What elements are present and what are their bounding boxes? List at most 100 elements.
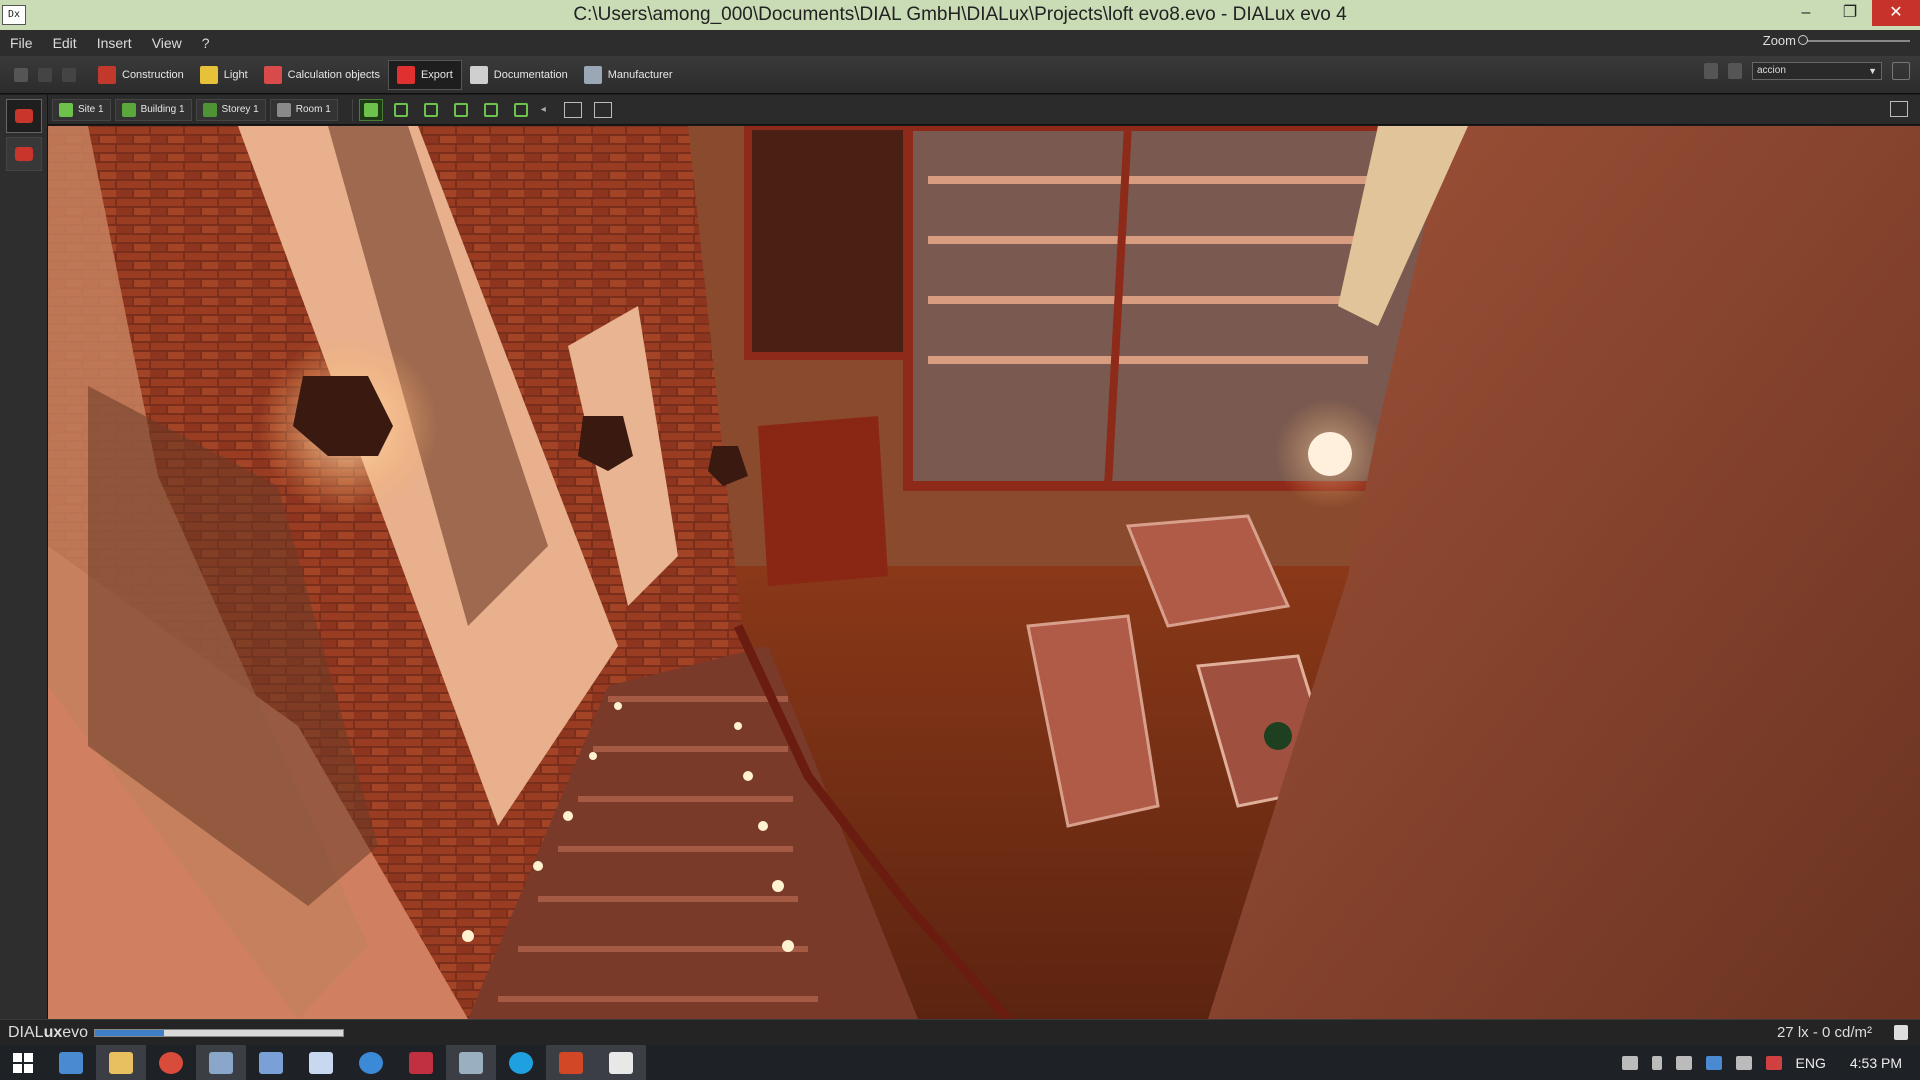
dialux-icon: [609, 1051, 633, 1074]
view-other-icon: [513, 102, 528, 117]
measure-icon[interactable]: [593, 101, 612, 118]
view-back-button[interactable]: [479, 99, 503, 121]
taskbar-app-notepad[interactable]: [296, 1045, 346, 1080]
window-title: C:\Users\among_000\Documents\DIAL GmbH\D…: [573, 4, 1347, 25]
mode-label: Light: [223, 68, 248, 81]
menu-bar: File Edit Insert View ? Zoom: [0, 30, 1920, 56]
documentation-icon: [469, 65, 488, 84]
crumb-room[interactable]: Room 1: [269, 98, 338, 121]
mode-label: Calculation objects: [287, 68, 380, 81]
taskbar-app-word[interactable]: [246, 1045, 296, 1080]
minimize-button[interactable]: –: [1784, 0, 1828, 26]
notepad-icon: [309, 1051, 333, 1074]
mode-documentation-button[interactable]: Documentation: [462, 60, 576, 90]
site-icon: [59, 102, 73, 117]
zoom-slider[interactable]: [1798, 34, 1910, 45]
save-icon[interactable]: [14, 67, 28, 82]
chevron-down-icon: ▼: [1868, 66, 1877, 76]
3d-viewport[interactable]: [48, 126, 1920, 1019]
folder-icon: [109, 1051, 133, 1074]
view-side-button[interactable]: [449, 99, 473, 121]
status-bar: DIALuxevo 27 lx - 0 cd/m²: [0, 1019, 1920, 1045]
crumb-label: Storey 1: [221, 104, 259, 115]
menu-insert[interactable]: Insert: [87, 35, 142, 51]
crumb-storey[interactable]: Storey 1: [195, 98, 266, 121]
mode-light-button[interactable]: Light: [192, 60, 256, 90]
mode-label: Manufacturer: [607, 68, 673, 81]
view-front-button[interactable]: [419, 99, 443, 121]
start-button[interactable]: [0, 1045, 46, 1080]
save-icon[interactable]: [1894, 1025, 1908, 1040]
taskbar-app-dialux[interactable]: [596, 1045, 646, 1080]
keyboard-icon[interactable]: [1621, 1055, 1638, 1070]
taskbar-app-photos[interactable]: [196, 1045, 246, 1080]
undo-icon[interactable]: [38, 67, 52, 82]
taskbar-app-skype[interactable]: [496, 1045, 546, 1080]
view-button-group: ◂: [351, 98, 546, 121]
clock[interactable]: 4:53 PM: [1850, 1055, 1902, 1071]
illuminance-readout: 27 lx - 0 cd/m²: [1776, 1024, 1872, 1041]
dialux-window: Dx C:\Users\among_000\Documents\DIAL Gmb…: [0, 0, 1920, 1080]
zoom-slider-thumb[interactable]: [1798, 34, 1808, 45]
mode-manufacturer-button[interactable]: Manufacturer: [576, 60, 681, 90]
edit-tool[interactable]: [6, 137, 42, 171]
app-icon[interactable]: Dx: [2, 5, 26, 25]
volume-icon[interactable]: [1765, 1055, 1782, 1070]
language-indicator[interactable]: ENG: [1796, 1055, 1826, 1071]
zoom-control: Zoom: [1763, 33, 1910, 48]
storey-icon: [202, 102, 217, 117]
photos-icon: [209, 1051, 233, 1074]
crumb-building[interactable]: Building 1: [114, 98, 192, 121]
luminaire-tool-icon: [15, 109, 33, 123]
collapse-arrow-icon[interactable]: ◂: [541, 104, 546, 115]
progress-bar: [94, 1028, 345, 1037]
taskbar-app-control-panel[interactable]: [46, 1045, 96, 1080]
fullscreen-icon[interactable]: [1890, 101, 1908, 117]
mode-construction-button[interactable]: Construction: [90, 60, 192, 90]
door: [758, 416, 888, 586]
building-icon: [121, 102, 136, 117]
brand-prefix: DIAL: [8, 1023, 44, 1041]
chrome-icon: [159, 1051, 183, 1074]
document-icon: [259, 1051, 283, 1074]
menu-view[interactable]: View: [142, 35, 192, 51]
menu-file[interactable]: File: [0, 35, 43, 51]
taskbar-app-tool[interactable]: [446, 1045, 496, 1080]
taskbar-app-flag[interactable]: [396, 1045, 446, 1080]
delete-icon[interactable]: [1728, 63, 1742, 79]
control-panel-icon: [59, 1051, 83, 1074]
view-3d-button[interactable]: [358, 98, 383, 121]
redo-icon[interactable]: [62, 67, 76, 82]
menu-edit[interactable]: Edit: [43, 35, 87, 51]
zoom-extents-icon[interactable]: [563, 101, 582, 118]
maximize-button[interactable]: ❐: [1828, 0, 1872, 26]
title-bar: Dx C:\Users\among_000\Documents\DIAL Gmb…: [0, 0, 1920, 30]
monitor-icon[interactable]: [1892, 62, 1910, 80]
menu-help[interactable]: ?: [192, 35, 220, 51]
left-tool-strip: [0, 95, 48, 1019]
onedrive-icon[interactable]: [1675, 1055, 1692, 1070]
taskbar-app-ie[interactable]: [346, 1045, 396, 1080]
bluetooth-icon[interactable]: [1705, 1055, 1722, 1070]
fit-button-group: [563, 101, 612, 118]
view-other-button[interactable]: [509, 99, 533, 121]
brand-bold: ux: [43, 1023, 63, 1041]
room-icon: [276, 102, 291, 117]
taskbar-app-chrome[interactable]: [146, 1045, 196, 1080]
close-button[interactable]: ✕: [1872, 0, 1920, 26]
pencil-icon: [15, 147, 33, 161]
show-hidden-icons[interactable]: [1651, 1055, 1662, 1070]
taskbar-app-explorer[interactable]: [96, 1045, 146, 1080]
catalog-select[interactable]: accion ▼: [1752, 62, 1882, 80]
crumb-site[interactable]: Site 1: [52, 98, 111, 121]
network-icon[interactable]: [1735, 1055, 1752, 1070]
taskbar-app-powerpoint[interactable]: [546, 1045, 596, 1080]
place-luminaire-tool[interactable]: [6, 99, 42, 133]
view-side-icon: [453, 102, 468, 117]
view-plan-icon: [393, 102, 408, 117]
view-plan-button[interactable]: [389, 99, 413, 121]
mode-export-button[interactable]: Export: [387, 59, 462, 90]
luminaire-icon[interactable]: [1704, 63, 1718, 79]
mode-calculation-objects-button[interactable]: Calculation objects: [256, 60, 388, 90]
navigation-toolbar: Site 1 Building 1 Storey 1 Room 1 ◂: [48, 95, 1920, 125]
